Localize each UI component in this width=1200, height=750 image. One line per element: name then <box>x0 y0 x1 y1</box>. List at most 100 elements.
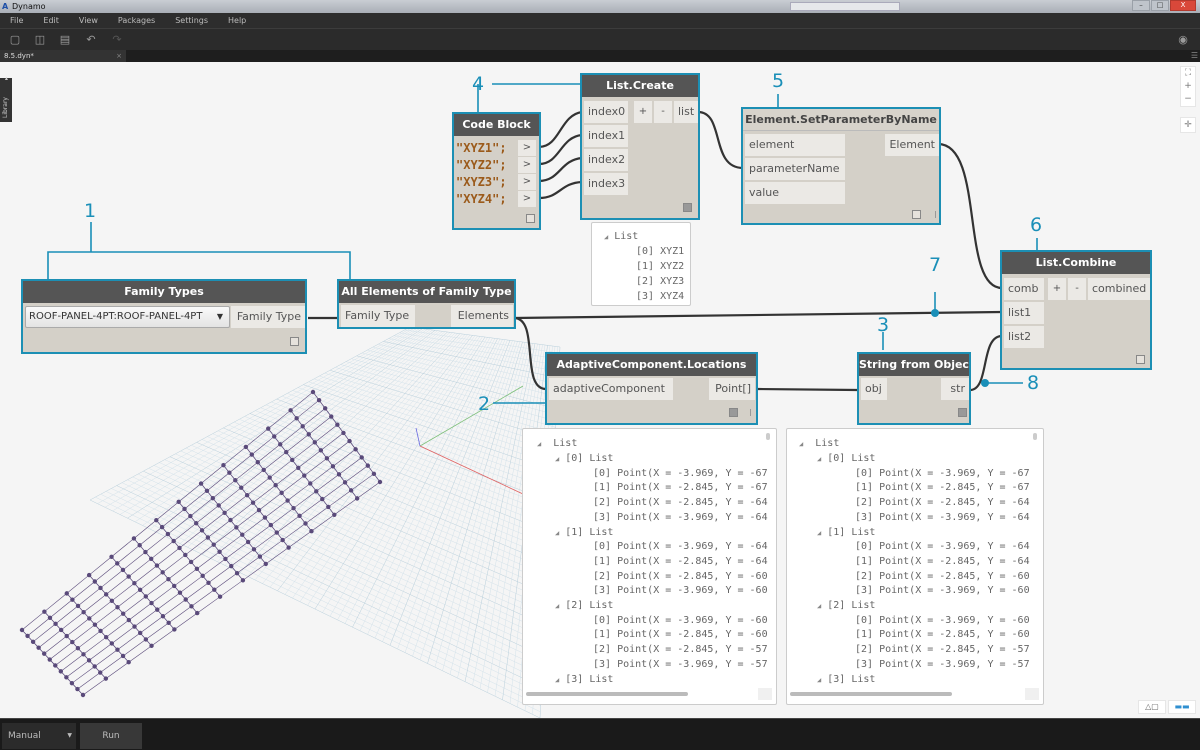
input-port-comb[interactable]: comb <box>1004 278 1044 300</box>
output-port-elements[interactable]: Elements <box>451 305 513 327</box>
output-port-1[interactable]: > <box>518 140 536 156</box>
wire-points-to-obj[interactable] <box>757 387 858 392</box>
output-port-element[interactable]: Element <box>885 134 939 156</box>
input-port-parametername[interactable]: parameterName <box>745 158 845 180</box>
remove-input-button[interactable]: - <box>1068 278 1086 300</box>
output-port-3[interactable]: > <box>518 174 536 190</box>
save-icon[interactable]: ▤ <box>58 33 72 46</box>
output-port-str[interactable]: str <box>941 378 969 400</box>
preview-toggle-icon[interactable] <box>729 408 738 417</box>
run-button[interactable]: Run <box>80 723 142 749</box>
input-port-value[interactable]: value <box>745 182 845 204</box>
help-search-input[interactable] <box>790 2 900 11</box>
redo-icon[interactable]: ↷ <box>110 33 124 46</box>
resize-corner[interactable] <box>1025 688 1039 700</box>
watch-string-output[interactable]: ◢ List ◢ [0] List [0] Point(X = -3.969, Y… <box>786 428 1044 705</box>
preview-toggle-icon[interactable] <box>912 210 921 219</box>
undo-icon[interactable]: ↶ <box>84 33 98 46</box>
annotation-6: 6 <box>1030 214 1043 236</box>
input-port-obj[interactable]: obj <box>861 378 887 400</box>
input-port-element[interactable]: element <box>745 134 845 156</box>
preview-toggle-icon[interactable] <box>526 214 535 223</box>
code-line-3[interactable]: "XYZ3"; <box>456 174 507 191</box>
tab-8-5-dyn[interactable]: 8.5.dyn* × <box>0 50 126 62</box>
watch-item: [1] Point(X = -2.845, Y = -64 <box>593 555 768 567</box>
new-file-icon[interactable]: ▢ <box>8 33 22 46</box>
resize-corner[interactable] <box>758 688 772 700</box>
code-line-2[interactable]: "XYZ2"; <box>456 157 507 174</box>
wire-code-2[interactable] <box>538 156 583 183</box>
wire-element-to-comb[interactable] <box>937 142 1003 290</box>
output-port-family-type[interactable]: Family Type <box>231 306 305 328</box>
geometry-view-icon[interactable]: △▢ <box>1138 700 1166 714</box>
output-port-combined[interactable]: combined <box>1088 278 1150 300</box>
wire-elements-to-list1[interactable] <box>513 310 1003 320</box>
input-port-list1[interactable]: list1 <box>1004 302 1044 324</box>
input-port-index1[interactable]: index1 <box>584 125 628 147</box>
preview-toggle-icon[interactable] <box>958 408 967 417</box>
add-input-button[interactable]: + <box>1048 278 1066 300</box>
zoom-in-icon[interactable]: + <box>1181 80 1195 93</box>
wire-list-to-paramname[interactable] <box>697 110 744 170</box>
node-list-combine[interactable]: List.Combine comb list1 list2 + - combin… <box>1000 250 1152 370</box>
watch-list-create[interactable]: ◢ List [0] XYZ1 [1] XYZ2 [2] XYZ3 [3] XY… <box>591 222 691 306</box>
minimize-button[interactable]: – <box>1132 0 1150 11</box>
watch-adaptive-points[interactable]: ◢ List ◢ [0] List [0] Point(X = -3.969, Y… <box>522 428 777 705</box>
node-set-parameter-by-name[interactable]: Element.SetParameterByName element param… <box>741 107 941 225</box>
node-title: Code Block <box>454 114 539 136</box>
menu-view[interactable]: View <box>69 13 108 28</box>
output-port-points[interactable]: Point[] <box>709 378 755 400</box>
menu-file[interactable]: File <box>0 13 33 28</box>
zoom-fit-icon[interactable]: ⛶ <box>1181 67 1195 80</box>
open-icon[interactable]: ◫ <box>33 33 47 46</box>
code-line-4[interactable]: "XYZ4"; <box>456 191 507 208</box>
input-port-index0[interactable]: index0 <box>584 101 628 123</box>
run-mode-dropdown[interactable]: Manual ▼ <box>2 723 76 749</box>
close-button[interactable]: X <box>1170 0 1196 11</box>
input-port-index3[interactable]: index3 <box>584 173 628 195</box>
remove-input-button[interactable]: - <box>654 101 672 123</box>
library-toggle[interactable]: ▸ Library <box>0 77 12 122</box>
watch-item: [1] Point(X = -2.845, Y = -67 <box>855 482 1030 494</box>
node-string-from-object[interactable]: String from Object obj str <box>857 352 971 425</box>
tab-close-icon[interactable]: × <box>116 50 122 62</box>
output-port-list[interactable]: list <box>674 101 698 123</box>
horizontal-scrollbar[interactable] <box>790 692 952 696</box>
node-list-create[interactable]: List.Create index0 index1 index2 index3 … <box>580 73 700 220</box>
node-all-elements-of-family-type[interactable]: All Elements of Family Type Family Type … <box>337 279 516 329</box>
restore-button[interactable]: □ <box>1151 0 1169 11</box>
preview-toggle-icon[interactable] <box>683 203 692 212</box>
preview-toggle-icon[interactable] <box>290 337 299 346</box>
input-port-index2[interactable]: index2 <box>584 149 628 171</box>
input-port-list2[interactable]: list2 <box>1004 326 1044 348</box>
menu-packages[interactable]: Packages <box>108 13 165 28</box>
output-port-4[interactable]: > <box>518 191 536 207</box>
horizontal-scrollbar[interactable] <box>526 692 688 696</box>
input-port-adaptivecomponent[interactable]: adaptiveComponent <box>549 378 673 400</box>
graph-view-icon[interactable]: ▬▬ <box>1168 700 1196 714</box>
bottom-bar: Manual ▼ Run <box>0 718 1200 750</box>
scroll-pin-icon <box>766 433 770 440</box>
code-line-1[interactable]: "XYZ1"; <box>456 140 507 157</box>
add-input-button[interactable]: + <box>634 101 652 123</box>
output-port-2[interactable]: > <box>518 157 536 173</box>
wire-code-0[interactable] <box>538 110 583 149</box>
camera-icon[interactable]: ◉ <box>1176 33 1190 46</box>
graph-canvas[interactable]: ▸ Library ⛶ + − ✛ 1 2 3 4 5 6 7 8 Code B… <box>0 62 1200 718</box>
library-label: Library <box>2 97 9 118</box>
node-adaptive-component-locations[interactable]: AdaptiveComponent.Locations adaptiveComp… <box>545 352 758 425</box>
wire-elements-to-adaptive[interactable] <box>513 316 547 391</box>
tab-menu-icon[interactable]: ☰ <box>1191 51 1198 61</box>
menu-edit[interactable]: Edit <box>33 13 69 28</box>
node-family-types[interactable]: Family Types ROOF-PANEL-4PT:ROOF-PANEL-4… <box>21 279 307 354</box>
menu-help[interactable]: Help <box>218 13 256 28</box>
pan-icon[interactable]: ✛ <box>1180 117 1196 133</box>
wire-code-3[interactable] <box>538 180 583 200</box>
family-type-dropdown[interactable]: ROOF-PANEL-4PT:ROOF-PANEL-4PT ▼ <box>25 306 230 328</box>
preview-toggle-icon[interactable] <box>1136 355 1145 364</box>
node-code-block[interactable]: Code Block "XYZ1"; "XYZ2"; "XYZ3"; "XYZ4… <box>452 112 541 230</box>
input-port-family-type[interactable]: Family Type <box>341 305 415 327</box>
node-title: String from Object <box>859 354 969 376</box>
menu-settings[interactable]: Settings <box>165 13 218 28</box>
zoom-out-icon[interactable]: − <box>1181 93 1195 106</box>
